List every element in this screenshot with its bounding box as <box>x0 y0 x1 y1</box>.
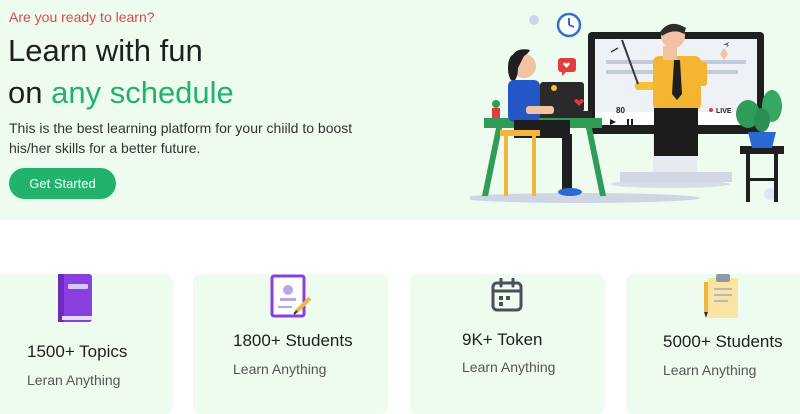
stat-card-topics: 1500+ Topics Leran Anything <box>0 274 173 414</box>
certificate-icon <box>270 274 312 318</box>
stat-count: 9K+ Token <box>462 330 543 349</box>
hero-title-on: on <box>8 75 43 110</box>
stat-subtitle: Learn Anything <box>233 361 327 377</box>
stat-count: 1800+ Students <box>233 331 353 350</box>
hero-title-line2: on any schedule <box>8 72 234 114</box>
stat-count: 1500+ Topics <box>27 342 128 361</box>
stat-card-students-2: 5000+ Students Learn Anything <box>626 274 800 414</box>
stat-card-token: 9K+ Token Learn Anything <box>410 274 605 414</box>
svg-text:LIVE: LIVE <box>716 108 732 115</box>
stat-subtitle: Leran Anything <box>27 372 121 388</box>
clipboard-icon <box>704 274 738 318</box>
hero-eyebrow: Are you ready to learn? <box>9 9 155 25</box>
clock-icon <box>556 12 582 38</box>
stat-count: 5000+ Students <box>663 332 783 351</box>
calendar-icon <box>491 278 523 312</box>
hero-title-accent: any schedule <box>51 75 234 110</box>
hero-title: Learn with fun on any schedule <box>8 30 234 114</box>
hero-illustration: 80 LIVE <box>470 12 784 203</box>
hero-section: Are you ready to learn? Learn with fun o… <box>0 0 800 220</box>
hero-title-line1: Learn with fun <box>8 33 203 68</box>
stat-subtitle: Learn Anything <box>462 359 556 375</box>
hero-description: This is the best learning platform for y… <box>9 120 353 156</box>
get-started-button[interactable]: Get Started <box>9 168 116 199</box>
stat-card-students: 1800+ Students Learn Anything <box>193 274 388 414</box>
book-icon <box>58 274 92 322</box>
svg-text:80: 80 <box>616 106 625 115</box>
stat-subtitle: Learn Anything <box>663 362 757 378</box>
